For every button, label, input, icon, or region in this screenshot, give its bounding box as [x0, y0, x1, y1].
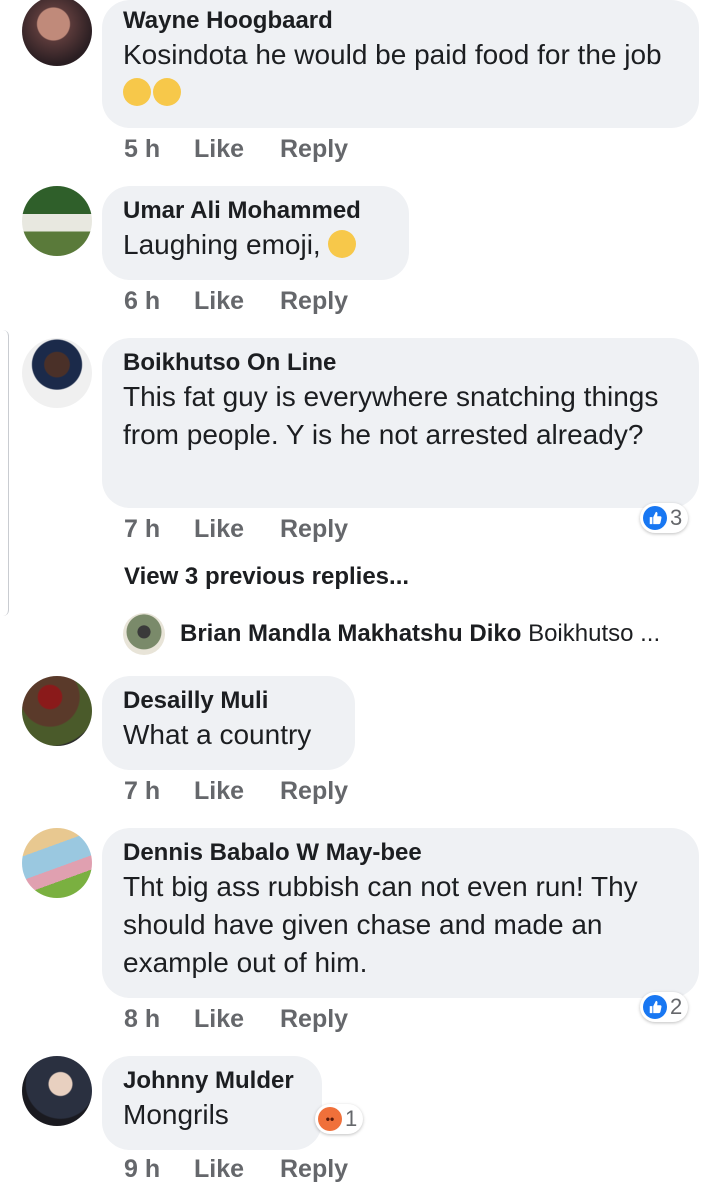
view-previous-replies[interactable]: View 3 previous replies...: [124, 562, 409, 592]
comment-bubble: Desailly Muli What a country: [102, 676, 355, 770]
comment-text: Tht big ass rubbish can not even run! Th…: [123, 871, 638, 978]
reply-button[interactable]: Reply: [280, 1154, 348, 1184]
comment-actions: 5 h Like Reply: [124, 134, 348, 164]
comment-author[interactable]: Umar Ali Mohammed: [123, 196, 387, 226]
comment-actions: 7 h Like Reply: [124, 514, 348, 544]
laughing-emoji-icon: [123, 78, 151, 106]
comment-text: What a country: [123, 719, 312, 750]
like-button[interactable]: Like: [194, 514, 280, 544]
laughing-emoji-icon: [153, 78, 181, 106]
reply-button[interactable]: Reply: [280, 134, 348, 164]
comment-time[interactable]: 7 h: [124, 776, 194, 806]
comment-author[interactable]: Boikhutso On Line: [123, 348, 677, 378]
reply-button[interactable]: Reply: [280, 776, 348, 806]
comment-time[interactable]: 6 h: [124, 286, 194, 316]
reply-button[interactable]: Reply: [280, 514, 348, 544]
reply-author[interactable]: Brian Mandla Makhatshu Diko: [180, 620, 521, 647]
thinking-emoji-icon: [328, 230, 357, 258]
like-icon: [643, 995, 667, 1019]
comment-actions: 6 h Like Reply: [124, 286, 348, 316]
comment-author[interactable]: Wayne Hoogbaard: [123, 6, 677, 36]
avatar[interactable]: [123, 613, 165, 655]
avatar[interactable]: [22, 0, 92, 66]
comment-time[interactable]: 8 h: [124, 1004, 194, 1034]
reply-preview[interactable]: Brian Mandla Makhatshu Diko Boikhutso ..…: [180, 619, 660, 649]
comment-text: This fat guy is everywhere snatching thi…: [123, 381, 659, 450]
reaction-count[interactable]: 3: [640, 503, 689, 533]
like-button[interactable]: Like: [194, 1004, 280, 1034]
comment-text: Mongrils: [123, 1099, 229, 1130]
comment-text: Kosindota he would be paid food for the …: [123, 36, 677, 112]
comment-time[interactable]: 9 h: [124, 1154, 194, 1184]
angry-icon: ••: [318, 1107, 342, 1131]
like-icon: [643, 506, 667, 530]
comment-text: Laughing emoji,: [123, 226, 387, 264]
comment-bubble: Boikhutso On Line This fat guy is everyw…: [102, 338, 699, 508]
avatar[interactable]: [22, 1056, 92, 1126]
comment-bubble: Dennis Babalo W May-bee Tht big ass rubb…: [102, 828, 699, 998]
comment-actions: 7 h Like Reply: [124, 776, 348, 806]
comment-author[interactable]: Dennis Babalo W May-bee: [123, 838, 677, 868]
comment-time[interactable]: 7 h: [124, 514, 194, 544]
reaction-count[interactable]: •• 1: [315, 1104, 364, 1134]
comment-bubble: Umar Ali Mohammed Laughing emoji,: [102, 186, 409, 280]
comment-time[interactable]: 5 h: [124, 134, 194, 164]
reply-button[interactable]: Reply: [280, 286, 348, 316]
reaction-count[interactable]: 2: [640, 992, 689, 1022]
avatar[interactable]: [22, 186, 92, 256]
like-button[interactable]: Like: [194, 134, 280, 164]
comment-bubble: Johnny Mulder Mongrils: [102, 1056, 322, 1150]
like-button[interactable]: Like: [194, 776, 280, 806]
reply-text: Boikhutso ...: [528, 620, 661, 647]
like-button[interactable]: Like: [194, 1154, 280, 1184]
avatar[interactable]: [22, 828, 92, 898]
comment-bubble: Wayne Hoogbaard Kosindota he would be pa…: [102, 0, 699, 128]
thread-indicator: [0, 330, 9, 616]
like-button[interactable]: Like: [194, 286, 280, 316]
avatar[interactable]: [22, 676, 92, 746]
comment-author[interactable]: Desailly Muli: [123, 686, 333, 716]
reply-button[interactable]: Reply: [280, 1004, 348, 1034]
comment-author[interactable]: Johnny Mulder: [123, 1066, 300, 1096]
comment-actions: 9 h Like Reply: [124, 1154, 348, 1184]
avatar[interactable]: [22, 338, 92, 408]
comment-actions: 8 h Like Reply: [124, 1004, 348, 1034]
